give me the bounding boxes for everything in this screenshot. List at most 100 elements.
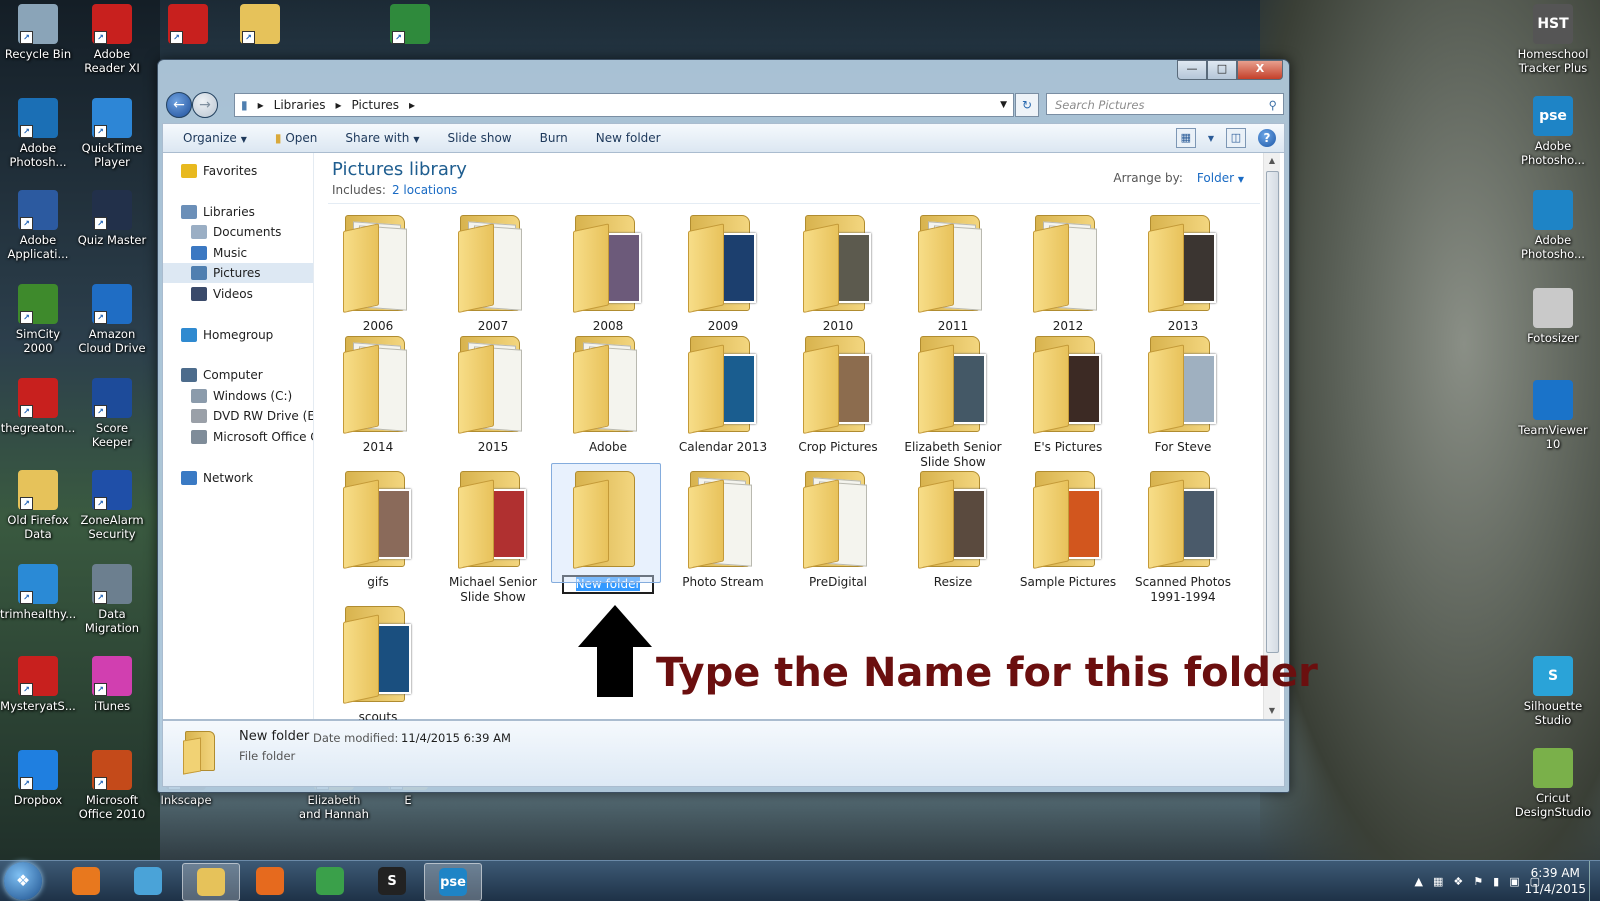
sidebar-item-windows-c[interactable]: Windows (C:) <box>163 386 313 406</box>
folder-item[interactable]: Scanned Photos 1991-1994 <box>1129 467 1237 605</box>
taskbar-button[interactable] <box>58 863 114 899</box>
folder-item[interactable]: Calendar 2013 <box>669 332 777 455</box>
folder-item[interactable]: Crop Pictures <box>784 332 892 455</box>
organize-button[interactable]: Organize ▼ <box>183 131 247 145</box>
desktop-shortcut[interactable]: ↗ iTunes <box>74 656 150 713</box>
sidebar-item-favorites[interactable]: Favorites <box>163 161 313 181</box>
taskbar-button[interactable] <box>302 863 358 899</box>
sidebar-item-computer[interactable]: Computer <box>163 365 313 385</box>
folder-item[interactable]: 2012 <box>1014 211 1122 334</box>
breadcrumb-libraries[interactable]: Libraries <box>274 98 326 112</box>
desktop-shortcut[interactable]: ↗ <box>222 4 298 47</box>
desktop-shortcut[interactable]: TeamViewer 10 <box>1510 380 1596 451</box>
scroll-up-icon[interactable]: ▲ <box>1264 153 1280 169</box>
taskbar-button[interactable] <box>242 863 298 899</box>
sidebar-item-network[interactable]: Network <box>163 468 313 488</box>
action-center-flag-icon[interactable]: ⚑ <box>1473 875 1483 888</box>
tray-expand-icon[interactable]: ▲ <box>1415 875 1423 888</box>
desktop-shortcut[interactable]: Cricut DesignStudio <box>1510 748 1596 819</box>
sidebar-item-music[interactable]: Music <box>163 243 313 263</box>
open-button[interactable]: ▮ Open <box>275 131 318 145</box>
desktop-shortcut[interactable]: ↗ Quiz Master <box>74 190 150 247</box>
desktop-shortcut[interactable]: Adobe Photosho... <box>1510 190 1596 261</box>
desktop-shortcut[interactable]: ↗ Data Migration <box>74 564 150 635</box>
preview-pane-icon[interactable]: ◫ <box>1226 128 1246 148</box>
close-button[interactable]: X <box>1237 60 1283 80</box>
desktop-shortcut[interactable]: ↗ <box>150 4 226 47</box>
sidebar-item-homegroup[interactable]: Homegroup <box>163 325 313 345</box>
desktop-shortcut[interactable]: ↗ Recycle Bin <box>0 4 76 61</box>
folder-item[interactable]: Michael Senior Slide Show <box>439 467 547 605</box>
sidebar-item-libraries[interactable]: Libraries <box>163 202 313 222</box>
taskbar-button[interactable] <box>120 863 176 899</box>
show-desktop-button[interactable] <box>1589 861 1600 901</box>
desktop-shortcut[interactable]: ↗ Amazon Cloud Drive <box>74 284 150 355</box>
desktop-shortcut[interactable]: ↗ <box>372 4 448 47</box>
sidebar-item-dvd-rw-drive-e-i[interactable]: DVD RW Drive (E:) I <box>163 406 313 426</box>
desktop-shortcut[interactable]: ↗ Adobe Applicati... <box>0 190 76 261</box>
folder-item[interactable]: 2006 <box>324 211 432 334</box>
folder-item[interactable]: 2011 <box>899 211 1007 334</box>
folder-item[interactable]: Photo Stream <box>669 467 777 590</box>
windows-flag-icon[interactable]: ▦ <box>1433 875 1443 888</box>
folder-item[interactable]: Elizabeth Senior Slide Show <box>899 332 1007 470</box>
forward-button[interactable]: → <box>192 92 218 118</box>
search-input[interactable]: Search Pictures ⚲ <box>1046 93 1284 115</box>
back-button[interactable]: ← <box>166 92 192 118</box>
folder-item[interactable]: New folder <box>551 463 662 594</box>
taskbar-button[interactable] <box>182 863 240 901</box>
slide-show-button[interactable]: Slide show <box>447 131 511 145</box>
desktop-shortcut[interactable]: S Silhouette Studio <box>1510 656 1596 727</box>
desktop-shortcut[interactable]: HST Homeschool Tracker Plus <box>1510 4 1596 75</box>
clock[interactable]: 6:39 AM 11/4/2015 <box>1524 865 1586 897</box>
folder-item[interactable]: For Steve <box>1129 332 1237 455</box>
desktop-shortcut[interactable]: ↗ ZoneAlarm Security <box>74 470 150 541</box>
desktop-shortcut[interactable]: ↗ MysteryatS... <box>0 656 76 713</box>
minimize-button[interactable]: — <box>1177 60 1207 80</box>
desktop-shortcut[interactable]: ↗ Old Firefox Data <box>0 470 76 541</box>
share-with-button[interactable]: Share with ▼ <box>345 131 419 145</box>
search-icon[interactable]: ⚲ <box>1269 94 1277 116</box>
taskbar-button[interactable]: pse <box>424 863 482 901</box>
sidebar-item-documents[interactable]: Documents <box>163 222 313 242</box>
folder-item[interactable]: 2008 <box>554 211 662 334</box>
desktop-shortcut[interactable]: ↗ trimhealthy... <box>0 564 76 621</box>
change-view-icon[interactable]: ▦ <box>1175 128 1196 148</box>
help-icon[interactable]: ? <box>1258 129 1276 147</box>
start-button[interactable]: ❖ <box>4 862 42 900</box>
desktop-shortcut[interactable]: ↗ thegreaton... <box>0 378 76 435</box>
folder-item[interactable]: 2009 <box>669 211 777 334</box>
address-dropdown-icon[interactable]: ▼ <box>1000 100 1007 110</box>
scroll-down-icon[interactable]: ▼ <box>1264 703 1280 719</box>
address-bar[interactable]: ▮ ▸ Libraries ▸ Pictures ▸ ▼ <box>234 93 1014 117</box>
folder-item[interactable]: 2015 <box>439 332 547 455</box>
folder-item[interactable]: PreDigital <box>784 467 892 590</box>
folder-item[interactable]: 2014 <box>324 332 432 455</box>
desktop-shortcut[interactable]: ↗ Score Keeper <box>74 378 150 449</box>
sidebar-item-videos[interactable]: Videos <box>163 284 313 304</box>
sidebar-item-microsoft-office-cl[interactable]: Microsoft Office Cl <box>163 427 313 447</box>
burn-button[interactable]: Burn <box>540 131 568 145</box>
folder-item[interactable]: Sample Pictures <box>1014 467 1122 590</box>
maximize-button[interactable]: □ <box>1207 60 1237 80</box>
dropbox-tray-icon[interactable]: ❖ <box>1453 875 1463 888</box>
folder-item[interactable]: 2007 <box>439 211 547 334</box>
desktop-shortcut[interactable]: ↗ Adobe Reader XI <box>74 4 150 75</box>
desktop-shortcut[interactable]: ↗ Dropbox <box>0 750 76 807</box>
arrange-by-dropdown[interactable]: Folder ▼ <box>1197 171 1244 185</box>
device-icon[interactable]: ▣ <box>1509 875 1519 888</box>
desktop-shortcut[interactable]: ↗ QuickTime Player <box>74 98 150 169</box>
sidebar-item-pictures[interactable]: Pictures <box>163 263 313 284</box>
desktop-shortcut[interactable]: ↗ Adobe Photosh... <box>0 98 76 169</box>
folder-item[interactable]: gifs <box>324 467 432 590</box>
locations-link[interactable]: 2 locations <box>392 183 457 197</box>
folder-item[interactable]: E's Pictures <box>1014 332 1122 455</box>
network-signal-icon[interactable]: ▮ <box>1493 875 1499 888</box>
desktop-shortcut[interactable]: Fotosizer <box>1510 288 1596 345</box>
breadcrumb-pictures[interactable]: Pictures <box>352 98 400 112</box>
taskbar-button[interactable]: S <box>364 863 420 899</box>
desktop-shortcut[interactable]: pse Adobe Photosho... <box>1510 96 1596 167</box>
folder-item[interactable]: 2010 <box>784 211 892 334</box>
desktop-shortcut[interactable]: ↗ SimCity 2000 <box>0 284 76 355</box>
folder-item[interactable]: Resize <box>899 467 1007 590</box>
